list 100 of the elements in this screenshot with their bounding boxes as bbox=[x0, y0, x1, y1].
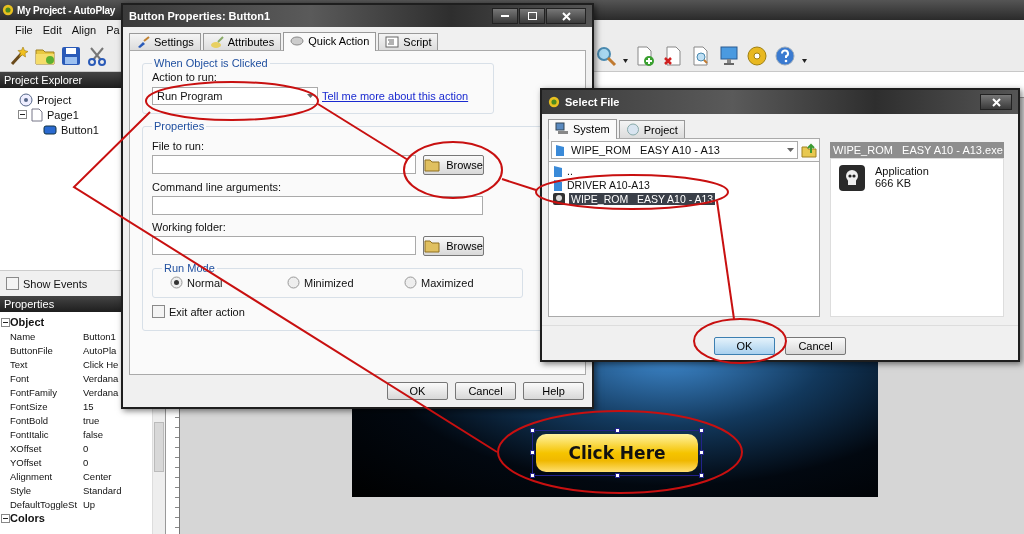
dialog-button[interactable]: Cancel bbox=[455, 382, 516, 400]
caret-icon[interactable] bbox=[307, 94, 314, 98]
input-field[interactable] bbox=[152, 196, 483, 215]
help-icon[interactable] bbox=[774, 44, 796, 67]
tab[interactable]: Attributes bbox=[202, 33, 282, 50]
browse-button[interactable]: Browse bbox=[423, 236, 484, 256]
magic-wand-icon[interactable] bbox=[8, 44, 30, 67]
folder-up-icon[interactable] bbox=[801, 142, 817, 158]
delete-page-icon[interactable] bbox=[662, 44, 684, 67]
checkbox-label: Show Events bbox=[23, 277, 88, 290]
checkbox[interactable] bbox=[6, 277, 19, 290]
dialog-button[interactable]: OK bbox=[387, 382, 448, 400]
property-group[interactable]: Colors bbox=[10, 512, 45, 524]
folder-icon bbox=[553, 178, 563, 192]
brush-icon bbox=[209, 36, 224, 48]
computer-icon bbox=[555, 122, 569, 135]
dialog-button[interactable]: Help bbox=[523, 382, 584, 400]
disc-icon[interactable] bbox=[746, 44, 768, 67]
button-icon bbox=[43, 124, 57, 135]
field-label: Action to run: bbox=[152, 71, 218, 83]
checkbox[interactable] bbox=[152, 305, 165, 318]
app-logo-icon bbox=[2, 4, 14, 16]
action-dropdown[interactable]: Run Program bbox=[152, 87, 318, 105]
property-value[interactable]: Center bbox=[83, 470, 112, 482]
checkbox-label: Exit after action bbox=[169, 305, 245, 318]
property-value[interactable]: 0 bbox=[83, 442, 89, 454]
property-value[interactable]: Click He bbox=[83, 358, 119, 370]
dialog-title: Button Properties: Button1 bbox=[129, 10, 272, 22]
property-value[interactable]: 0 bbox=[83, 456, 89, 468]
list-item[interactable]: DRIVER A10-A13 bbox=[567, 179, 650, 191]
radio-button[interactable] bbox=[404, 276, 417, 289]
property-name: ButtonFile bbox=[10, 344, 54, 356]
dialog-button[interactable]: OK bbox=[714, 336, 775, 355]
leader-line bbox=[501, 178, 537, 191]
list-item[interactable]: .. bbox=[567, 165, 573, 177]
save-icon[interactable] bbox=[60, 44, 82, 67]
globe-icon bbox=[625, 123, 640, 136]
property-name: XOffset bbox=[10, 442, 43, 454]
monitor-icon[interactable] bbox=[718, 44, 740, 67]
maximize-button[interactable] bbox=[519, 8, 545, 24]
menu-item[interactable]: Pa bbox=[101, 24, 125, 36]
close-icon bbox=[561, 11, 571, 21]
help-link[interactable]: Tell me more about this action bbox=[322, 90, 469, 102]
app-logo-icon bbox=[548, 96, 560, 108]
property-name: Style bbox=[10, 484, 33, 496]
tab[interactable]: System bbox=[548, 119, 617, 139]
browse-button[interactable]: Browse bbox=[423, 155, 484, 175]
dialog-button[interactable]: Cancel bbox=[785, 336, 846, 355]
property-name: Text bbox=[10, 358, 29, 370]
property-value[interactable]: Standard bbox=[83, 484, 122, 496]
tab[interactable]: Project bbox=[618, 120, 685, 138]
maximize-icon bbox=[527, 12, 537, 20]
property-name: Font bbox=[10, 372, 30, 384]
input-field[interactable] bbox=[152, 236, 416, 255]
close-button[interactable] bbox=[980, 94, 1012, 110]
collapse-icon[interactable] bbox=[0, 513, 10, 523]
minimize-button[interactable] bbox=[492, 8, 518, 24]
tab[interactable]: Quick Action bbox=[283, 32, 377, 51]
folder-dropdown[interactable]: WIPE_ROM EASY A10 - A13 bbox=[551, 141, 798, 159]
property-name: FontSize bbox=[10, 400, 49, 412]
folder-icon bbox=[553, 164, 563, 178]
property-name: Alignment bbox=[10, 470, 54, 482]
caret-icon[interactable] bbox=[623, 58, 628, 63]
dialog-title: Select File bbox=[565, 96, 621, 108]
menu-item[interactable]: Align bbox=[66, 24, 102, 36]
tab[interactable]: Settings bbox=[129, 33, 201, 50]
tree-item[interactable]: Page1 bbox=[47, 108, 79, 121]
file-name: WIPE_ROM EASY A10 - A13.exe bbox=[833, 144, 1003, 156]
property-value[interactable]: AutoPla bbox=[83, 344, 117, 356]
property-value[interactable]: false bbox=[83, 428, 104, 440]
tree-item[interactable]: Project bbox=[37, 93, 72, 106]
property-value[interactable]: Up bbox=[83, 498, 96, 510]
radio-label: Minimized bbox=[304, 276, 354, 289]
file-size: 666 KB bbox=[875, 177, 913, 189]
menu-item[interactable]: Edit bbox=[37, 24, 67, 36]
new-page-icon[interactable] bbox=[634, 44, 656, 67]
close-button[interactable] bbox=[546, 8, 586, 24]
tree-item[interactable]: Button1 bbox=[61, 123, 99, 136]
property-value[interactable]: Button1 bbox=[83, 330, 116, 342]
radio-button[interactable] bbox=[287, 276, 300, 289]
property-value[interactable]: Verdana bbox=[83, 386, 119, 398]
search-icon[interactable] bbox=[595, 44, 617, 67]
property-name: FontFamily bbox=[10, 386, 58, 398]
property-value[interactable]: Verdana bbox=[83, 372, 119, 384]
property-value[interactable]: 15 bbox=[83, 400, 94, 412]
collapse-icon[interactable] bbox=[0, 317, 10, 327]
tab[interactable]: Script bbox=[378, 33, 439, 50]
file-type: Application bbox=[875, 165, 929, 177]
page-icon bbox=[31, 107, 43, 122]
property-group[interactable]: Object bbox=[10, 316, 45, 328]
radio-button[interactable] bbox=[170, 276, 183, 289]
property-name: Name bbox=[10, 330, 37, 342]
collapse-icon[interactable] bbox=[18, 110, 27, 119]
skull-icon bbox=[839, 165, 865, 191]
menu-item[interactable]: File bbox=[10, 24, 38, 36]
input-field[interactable] bbox=[152, 155, 416, 174]
field-label: Command line arguments: bbox=[152, 181, 281, 193]
close-icon bbox=[991, 97, 1001, 107]
caret-icon[interactable] bbox=[802, 58, 807, 63]
property-value[interactable]: true bbox=[83, 414, 100, 426]
